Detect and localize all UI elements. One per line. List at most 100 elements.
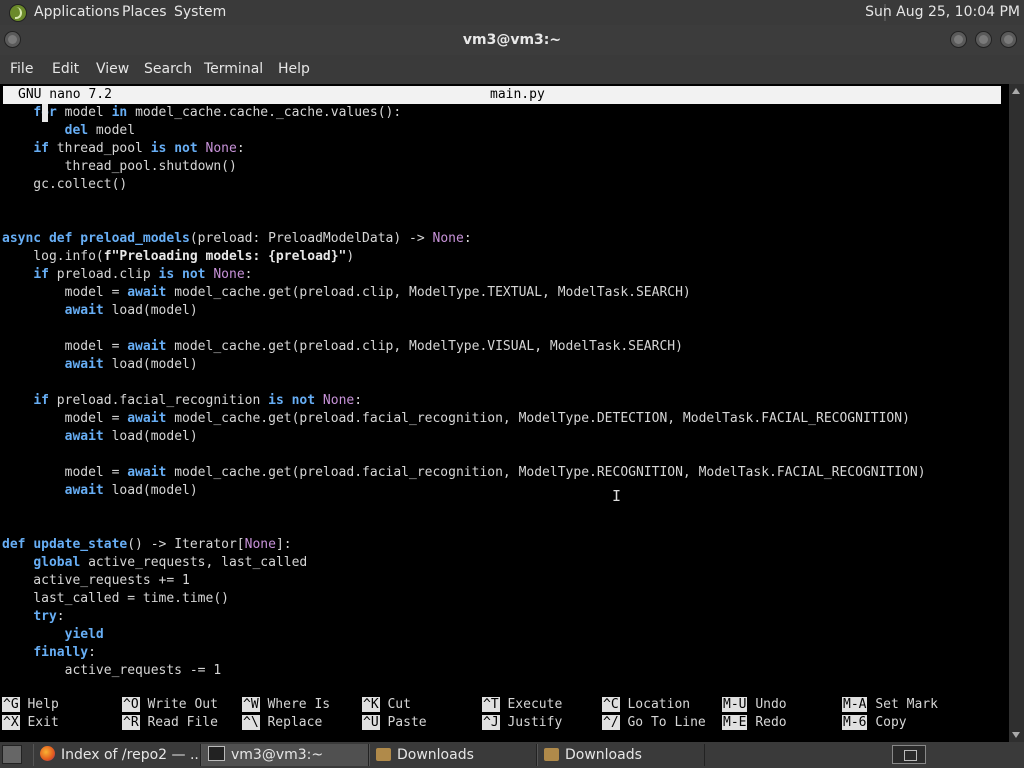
shortcut-cut: ^K Cut	[362, 696, 411, 714]
code-editor[interactable]: for model in model_cache.cache._cache.va…	[2, 104, 926, 680]
code-line: active_requests -= 1	[2, 662, 926, 680]
code-token: model_cache.cache._cache.values():	[127, 105, 402, 120]
code-token: not	[174, 141, 198, 156]
code-line: model = await model_cache.get(preload.cl…	[2, 284, 926, 302]
menu-file[interactable]: File	[10, 55, 33, 84]
task-firefox[interactable]: Index of /repo2 — ...	[33, 744, 201, 766]
code-token: None	[213, 267, 245, 282]
terminal-area[interactable]: GNU nano 7.2 main.py for model in model_…	[0, 84, 1009, 742]
code-token: def	[2, 537, 26, 552]
task-label: vm3@vm3:~	[231, 747, 324, 763]
menu-help[interactable]: Help	[278, 55, 310, 84]
applications-icon[interactable]	[9, 4, 27, 22]
code-token: await	[127, 285, 167, 300]
workspace-switcher[interactable]	[892, 745, 926, 764]
menu-places[interactable]: Places	[122, 0, 167, 25]
shortcut-label: Redo	[755, 715, 787, 730]
terminal-scrollbar[interactable]	[1009, 84, 1024, 742]
code-line: thread_pool.shutdown()	[2, 158, 926, 176]
code-token: model	[88, 123, 136, 138]
maximize-button[interactable]	[975, 31, 992, 48]
menu-terminal[interactable]: Terminal	[204, 55, 263, 84]
code-token: if	[33, 393, 49, 408]
code-token: await	[64, 357, 104, 372]
task-terminal[interactable]: vm3@vm3:~	[201, 744, 369, 766]
scroll-down-arrow-icon[interactable]	[1012, 732, 1020, 738]
code-token: thread_pool.shutdown()	[2, 159, 237, 174]
ibeam-cursor-icon: I	[612, 487, 622, 505]
shortcut-label: Set Mark	[875, 697, 938, 712]
shortcut-copy: M-6 Copy	[842, 714, 907, 732]
code-token: await	[127, 465, 167, 480]
shortcut-location: ^C Location	[602, 696, 690, 714]
show-desktop-icon[interactable]	[2, 745, 22, 764]
shortcut-undo: M-U Undo	[722, 696, 787, 714]
code-line: if preload.facial_recognition is not Non…	[2, 392, 926, 410]
shortcut-redo: M-E Redo	[722, 714, 787, 732]
scroll-up-arrow-icon[interactable]	[1012, 88, 1020, 94]
code-token: active_requests, last_called	[80, 555, 308, 570]
shortcut-label: Cut	[387, 697, 411, 712]
window-titlebar[interactable]: vm3@vm3:~	[0, 25, 1024, 55]
code-line: await load(model)	[2, 356, 926, 374]
code-token: load(model)	[103, 483, 198, 498]
code-token: async	[2, 231, 42, 246]
menu-applications[interactable]: Applications	[34, 0, 120, 25]
nano-shortcuts: ^G Help ^X Exit ^O Write Out ^R Read File ^W…	[0, 696, 1009, 736]
shortcut-key: ^O	[122, 697, 140, 712]
code-token: model_cache.get(preload.facial_recogniti…	[166, 411, 910, 426]
firefox-icon	[40, 746, 55, 761]
code-token: model =	[2, 465, 128, 480]
code-token: await	[64, 483, 104, 498]
code-token: model =	[2, 411, 128, 426]
menu-search[interactable]: Search	[144, 55, 192, 84]
code-token: try	[33, 609, 57, 624]
shortcut-label: Go To Line	[627, 715, 706, 730]
task-downloads-1[interactable]: Downloads	[369, 744, 537, 766]
shortcut-set-mark: M-A Set Mark	[842, 696, 938, 714]
minimize-button[interactable]	[950, 31, 967, 48]
task-downloads-2[interactable]: Downloads	[537, 744, 705, 766]
shortcut-key: M-U	[722, 697, 748, 712]
window-title: vm3@vm3:~	[462, 32, 562, 48]
code-token: () -> Iterator[	[127, 537, 245, 552]
shortcut-read-file: ^R Read File	[122, 714, 218, 732]
shortcut-label: Execute	[507, 697, 563, 712]
shortcut-label: Undo	[755, 697, 787, 712]
code-token: is	[268, 393, 284, 408]
close-button[interactable]	[1000, 31, 1017, 48]
code-token: active_requests -= 1	[2, 663, 222, 678]
task-label: Index of /repo2 — ...	[61, 747, 201, 763]
code-token: preload_models	[80, 231, 190, 246]
shortcut-go-to-line: ^/ Go To Line	[602, 714, 706, 732]
shortcut-label: Copy	[875, 715, 907, 730]
code-token: await	[127, 339, 167, 354]
code-line: model = await model_cache.get(preload.fa…	[2, 464, 926, 482]
code-token: (preload: PreloadModelData) ->	[189, 231, 433, 246]
clock[interactable]: Sun Aug 25, 10:04 PM	[865, 0, 1020, 25]
bottom-taskbar: Index of /repo2 — ... vm3@vm3:~ Download…	[0, 742, 1024, 768]
shortcut-key: ^W	[242, 697, 260, 712]
shortcut-exit: ^X Exit	[2, 714, 59, 732]
menu-edit[interactable]: Edit	[52, 55, 79, 84]
menu-system[interactable]: System	[174, 0, 226, 25]
code-token: load(model)	[103, 303, 198, 318]
code-token: preload.facial_recognition	[48, 393, 269, 408]
code-token: None	[432, 231, 464, 246]
menu-view[interactable]: View	[96, 55, 129, 84]
code-token: log.info(	[2, 249, 104, 264]
shortcut-key: M-6	[842, 715, 868, 730]
shortcut-key: ^X	[2, 715, 20, 730]
shortcut-help: ^G Help	[2, 696, 59, 714]
